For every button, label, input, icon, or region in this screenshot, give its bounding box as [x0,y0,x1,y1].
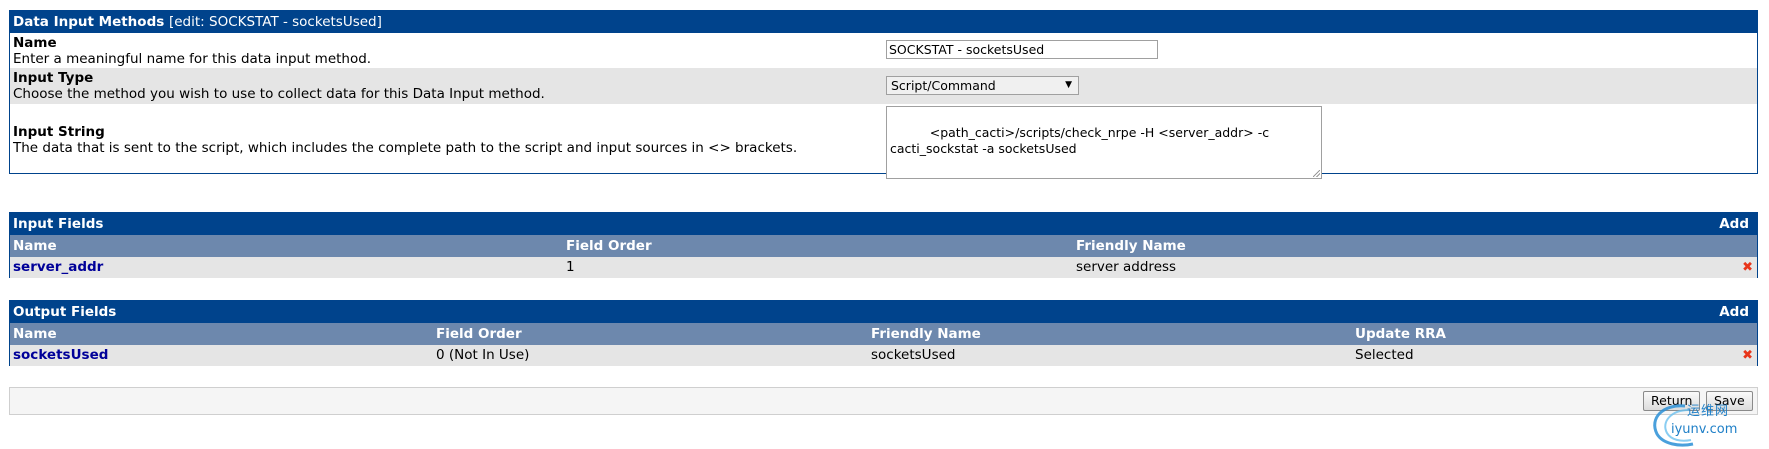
column-header-name[interactable]: Name [13,323,57,345]
action-button-bar: Return Save [9,387,1758,415]
input-type-select[interactable]: Script/Command ▼ [886,76,1079,95]
panel-header: Data Input Methods [edit: SOCKSTAT - soc… [10,11,1757,33]
input-string-description: The data that is sent to the script, whi… [13,140,798,156]
input-type-selected-value: Script/Command [891,78,996,93]
input-field-name-link[interactable]: server_addr [13,257,103,278]
name-input[interactable]: SOCKSTAT - socketsUsed [886,40,1158,59]
column-header-field-order[interactable]: Field Order [566,235,652,257]
form-row-name: Name Enter a meaningful name for this da… [10,33,1757,68]
panel-subtitle: [edit: SOCKSTAT - socketsUsed] [168,14,382,30]
save-button[interactable]: Save [1706,391,1753,411]
output-field-friendly-name: socketsUsed [871,347,956,363]
input-field-friendly-name: server address [1076,259,1177,275]
name-control: SOCKSTAT - socketsUsed [886,40,1158,59]
form-row-input-string: Input String The data that is sent to th… [10,104,1757,179]
input-type-description: Choose the method you wish to use to col… [13,86,545,102]
return-button[interactable]: Return [1643,391,1701,411]
chevron-down-icon: ▼ [1065,80,1072,90]
output-field-name-link[interactable]: socketsUsed [13,345,108,366]
input-fields-header: Input Fields Add [10,213,1757,235]
input-string-label: Input String [13,124,105,140]
table-row: server_addr 1 server address ✖ [10,257,1757,278]
column-header-name[interactable]: Name [13,235,57,257]
input-fields-title: Input Fields [13,216,104,232]
output-field-order: 0 (Not In Use) [436,347,530,363]
input-type-control: Script/Command ▼ [886,76,1079,95]
data-input-methods-panel: Data Input Methods [edit: SOCKSTAT - soc… [9,10,1758,179]
page: Data Input Methods [edit: SOCKSTAT - soc… [0,0,1769,449]
input-string-textarea[interactable]: <path_cacti>/scripts/check_nrpe -H <serv… [886,106,1322,179]
input-fields-panel: Input Fields Add Name Field Order Friend… [9,212,1758,278]
name-description: Enter a meaningful name for this data in… [13,51,372,67]
watermark-text-en: iyunv.com [1671,422,1738,437]
input-string-value: <path_cacti>/scripts/check_nrpe -H <serv… [890,125,1274,156]
delete-icon[interactable]: ✖ [1742,345,1753,366]
output-field-update-rra: Selected [1355,347,1414,363]
output-fields-table-head: Name Field Order Friendly Name Update RR… [10,323,1757,345]
delete-icon[interactable]: ✖ [1742,257,1753,278]
resize-grip-icon[interactable] [1313,170,1320,177]
input-fields-add-link[interactable]: Add [1719,213,1749,235]
name-label: Name [13,35,57,51]
form-row-input-type: Input Type Choose the method you wish to… [10,68,1757,104]
table-row: socketsUsed 0 (Not In Use) socketsUsed S… [10,345,1757,366]
input-string-control: <path_cacti>/scripts/check_nrpe -H <serv… [886,106,1322,179]
input-type-label: Input Type [13,70,94,86]
input-fields-table-head: Name Field Order Friendly Name [10,235,1757,257]
column-header-friendly-name[interactable]: Friendly Name [871,323,981,345]
output-fields-panel: Output Fields Add Name Field Order Frien… [9,300,1758,366]
output-fields-title: Output Fields [13,304,117,320]
column-header-update-rra[interactable]: Update RRA [1355,323,1446,345]
column-header-field-order[interactable]: Field Order [436,323,522,345]
column-header-friendly-name[interactable]: Friendly Name [1076,235,1186,257]
input-field-order: 1 [566,259,575,275]
panel-title: Data Input Methods [13,14,165,30]
output-fields-header: Output Fields Add [10,301,1757,323]
output-fields-add-link[interactable]: Add [1719,301,1749,323]
